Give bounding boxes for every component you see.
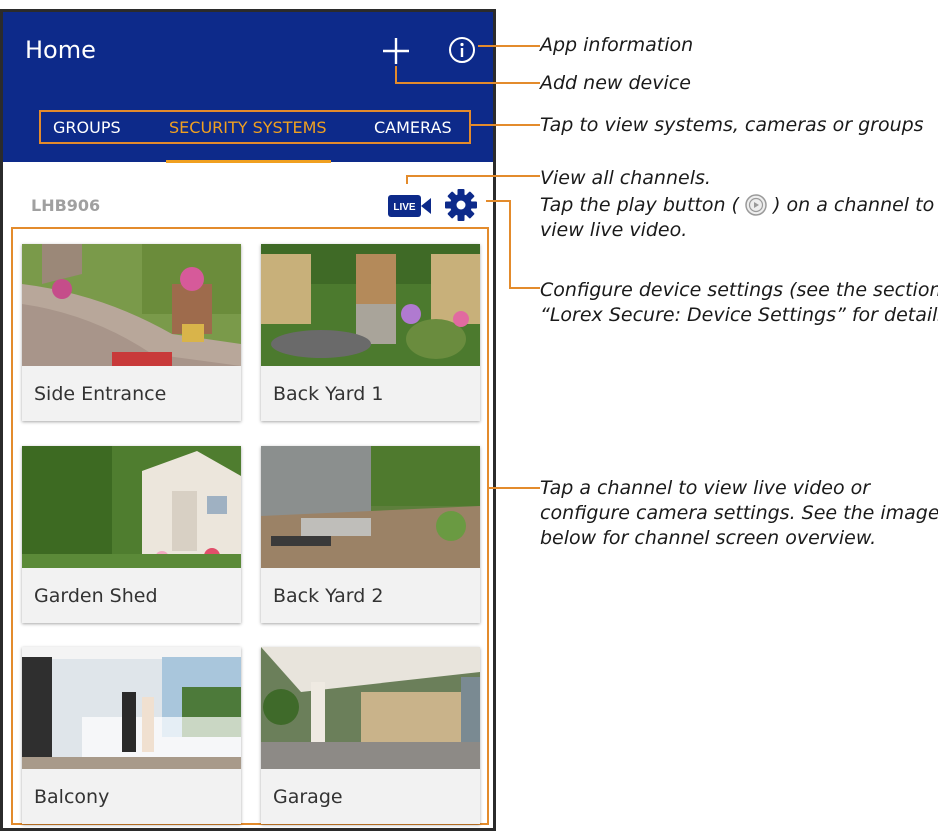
live-camera-icon: LIVE (388, 195, 431, 217)
gear-icon[interactable] (444, 188, 478, 222)
live-view-button[interactable]: LIVE (388, 194, 432, 218)
channel-thumbnail (22, 647, 241, 769)
active-tab-indicator (166, 160, 331, 163)
annotation-configure-line1: Configure device settings (see the secti… (540, 279, 938, 301)
channel-grid: Side Entrance Back Yard 1 Garden Shed Ba… (11, 227, 489, 825)
annotation-play-text-a: Tap the play button ( (540, 194, 739, 216)
channel-thumbnail (261, 446, 480, 568)
channel-thumbnail (261, 647, 480, 769)
channel-card-side-entrance[interactable]: Side Entrance (22, 244, 241, 421)
tab-bar: GROUPS SECURITY SYSTEMS CAMERAS (39, 110, 471, 144)
channel-thumbnail (22, 244, 241, 366)
annotation-channel-line2: configure camera settings. See the image (540, 502, 938, 524)
channel-label: Balcony (34, 786, 110, 808)
channel-card-garage[interactable]: Garage (261, 647, 480, 824)
channel-label: Garden Shed (34, 585, 158, 607)
annotation-view-channels-line2: Tap the play button ( ) on a channel to (540, 193, 934, 218)
channel-thumbnail (261, 244, 480, 366)
annotation-configure-line2: “Lorex Secure: Device Settings” for deta… (540, 304, 938, 326)
tab-security-systems[interactable]: SECURITY SYSTEMS (169, 118, 327, 137)
annotation-add-device: Add new device (540, 72, 691, 94)
annotation-play-text-b: ) on a channel to (773, 194, 935, 216)
annotation-view-channels-line3: view live video. (540, 219, 688, 241)
app-header: Home GROUPS SECURITY SYSTEMS CAMERAS (3, 12, 493, 163)
channel-label: Back Yard 2 (273, 585, 384, 607)
channel-card-back-yard-1[interactable]: Back Yard 1 (261, 244, 480, 421)
channel-label: Side Entrance (34, 383, 167, 405)
phone-screen: Home GROUPS SECURITY SYSTEMS CAMERAS LHB… (0, 9, 496, 831)
channel-card-garden-shed[interactable]: Garden Shed (22, 446, 241, 623)
annotation-channel-line1: Tap a channel to view live video or (540, 477, 871, 499)
device-name: LHB906 (31, 196, 101, 215)
live-label: LIVE (393, 202, 416, 213)
annotation-channel-line3: below for channel screen overview. (540, 527, 877, 549)
play-button-icon (745, 194, 767, 216)
channel-card-balcony[interactable]: Balcony (22, 647, 241, 824)
annotation-tabs: Tap to view systems, cameras or groups (540, 114, 924, 136)
page-title: Home (25, 36, 96, 64)
channel-thumbnail (22, 446, 241, 568)
channel-label: Garage (273, 786, 343, 808)
annotation-app-info: App information (540, 34, 694, 56)
tab-groups[interactable]: GROUPS (53, 118, 121, 137)
annotation-view-channels-line1: View all channels. (540, 167, 711, 189)
info-circle-icon[interactable] (448, 36, 476, 64)
channel-label: Back Yard 1 (273, 383, 384, 405)
tab-cameras[interactable]: CAMERAS (374, 118, 452, 137)
plus-icon[interactable] (381, 36, 411, 66)
channel-card-back-yard-2[interactable]: Back Yard 2 (261, 446, 480, 623)
